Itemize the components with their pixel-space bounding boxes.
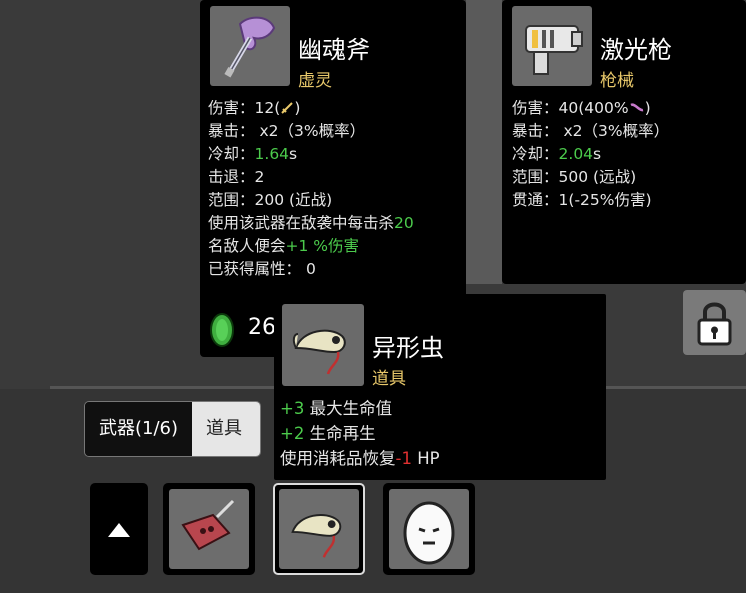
item-name: 异形虫	[372, 334, 444, 362]
item-stats: +3 最大生命值 +2 生命再生 使用消耗品恢复-1 HP	[280, 396, 440, 471]
effect-line-1: 使用该武器在敌袭中每击杀20	[208, 214, 414, 232]
alien-worm-icon	[291, 514, 342, 558]
stat-knockback: 击退：2	[208, 168, 265, 186]
gained-stat: 已获得属性： 0	[208, 260, 316, 278]
inventory-slot-1[interactable]	[163, 483, 255, 575]
inventory-tabs: 武器(1/6) 道具	[84, 401, 262, 457]
stat-cooldown: 冷却：2.04s	[512, 145, 602, 163]
item-stat-regen: +2 生命再生	[280, 424, 376, 443]
item-category: 道具	[372, 369, 406, 389]
weapon-category: 虚灵	[298, 71, 332, 91]
laser-gun-icon	[525, 25, 583, 75]
tab-weapons[interactable]: 武器(1/6)	[85, 402, 193, 456]
weapon-name: 幽魂斧	[298, 36, 370, 64]
stat-range: 范围：500 (远战)	[512, 168, 637, 186]
inventory-slot-2[interactable]	[273, 483, 365, 575]
ranged-icon	[630, 103, 643, 112]
meat-knife-icon	[181, 499, 235, 551]
weapon-card-laser-gun[interactable]: 激光枪 枪械 伤害：40(400%) 暴击： x2（3%概率） 冷却：2.04s…	[502, 0, 746, 284]
stat-pierce: 贯通：1(-25%伤害)	[512, 191, 652, 209]
stat-crit: 暴击： x2（3%概率）	[512, 122, 670, 140]
material-count: 26	[248, 315, 276, 340]
card-gap	[466, 0, 502, 284]
lock-button[interactable]	[683, 290, 746, 355]
ghost-axe-icon	[224, 16, 276, 78]
effect-line-2: 名敌人便会+1 %伤害	[208, 237, 360, 255]
egg-face-icon	[403, 501, 455, 565]
inventory-slot-3[interactable]	[383, 483, 475, 575]
item-stat-maxhp: +3 最大生命值	[280, 399, 393, 418]
sword-icon	[281, 102, 294, 114]
weapon-icon-box	[210, 6, 290, 86]
stat-range: 范围：200 (近战)	[208, 191, 333, 209]
laser-stats: 伤害：40(400%) 暴击： x2（3%概率） 冷却：2.04s 范围：500…	[512, 97, 669, 212]
material-icon	[210, 313, 234, 347]
item-card-alien-worm[interactable]: 异形虫 道具 +3 最大生命值 +2 生命再生 使用消耗品恢复-1 HP	[274, 294, 606, 480]
item-icon-box	[282, 304, 364, 386]
laser-category: 枪械	[600, 71, 634, 91]
laser-icon-box	[512, 6, 592, 86]
stat-damage: 伤害：40(400%)	[512, 99, 651, 117]
item-stat-consumable: 使用消耗品恢复-1 HP	[280, 449, 440, 468]
laser-name: 激光枪	[600, 36, 672, 64]
scroll-up-button[interactable]	[90, 483, 148, 575]
stat-cooldown: 冷却：1.64s	[208, 145, 298, 163]
triangle-up-icon	[108, 523, 130, 537]
alien-worm-icon	[292, 329, 346, 375]
lock-icon	[697, 302, 732, 346]
stat-crit: 暴击： x2（3%概率）	[208, 122, 366, 140]
weapon-stats: 伤害：12() 暴击： x2（3%概率） 冷却：1.64s 击退：2 范围：20…	[208, 97, 414, 281]
stat-damage: 伤害：12()	[208, 99, 301, 117]
tab-items[interactable]: 道具	[192, 402, 261, 456]
